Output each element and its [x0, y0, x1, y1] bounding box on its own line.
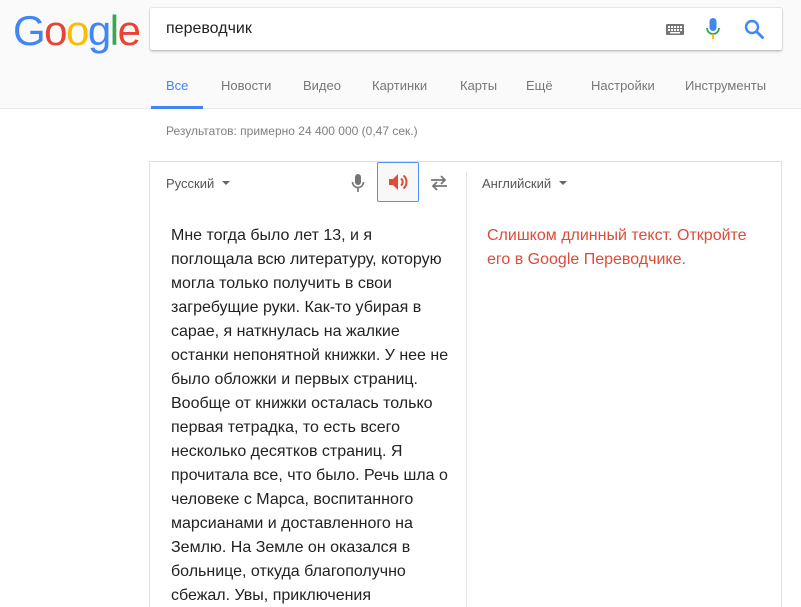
translation-error-message[interactable]: Слишком длинный текст. Откройте его в Go… — [487, 224, 767, 272]
search-input[interactable] — [166, 18, 646, 40]
target-language-select[interactable]: Английский — [482, 176, 568, 191]
keyboard-icon[interactable] — [666, 24, 684, 35]
tab-images[interactable]: Картинки — [372, 70, 427, 109]
mic-icon[interactable] — [351, 173, 365, 193]
translator-card: Русский Английский Мне тогда было лет 13… — [149, 161, 782, 607]
source-language-select[interactable]: Русский — [166, 176, 231, 191]
tab-all[interactable]: Все — [150, 70, 205, 109]
tab-tools[interactable]: Инструменты — [685, 70, 766, 109]
source-text[interactable]: Мне тогда было лет 13, и я поглощала всю… — [171, 224, 451, 607]
speaker-icon — [389, 174, 408, 190]
chevron-down-icon — [222, 180, 231, 185]
swap-icon[interactable] — [429, 174, 449, 192]
tab-news[interactable]: Новости — [221, 70, 271, 109]
panel-divider — [466, 172, 467, 607]
tab-more[interactable]: Ещё — [526, 70, 553, 109]
google-logo[interactable]: Google — [13, 9, 141, 53]
tab-video[interactable]: Видео — [303, 70, 341, 109]
listen-button[interactable] — [377, 162, 419, 202]
tab-maps[interactable]: Карты — [460, 70, 497, 109]
search-box — [150, 8, 782, 50]
search-icon[interactable] — [744, 19, 764, 39]
header: Google Все Новости Видео Картинки Карты — [0, 0, 801, 109]
tab-settings[interactable]: Настройки — [591, 70, 655, 109]
source-language-label: Русский — [166, 176, 215, 191]
chevron-down-icon — [559, 180, 568, 185]
result-stats: Результатов: примерно 24 400 000 (0,47 с… — [166, 124, 418, 138]
target-language-label: Английский — [482, 176, 552, 191]
mic-icon[interactable] — [706, 18, 720, 40]
